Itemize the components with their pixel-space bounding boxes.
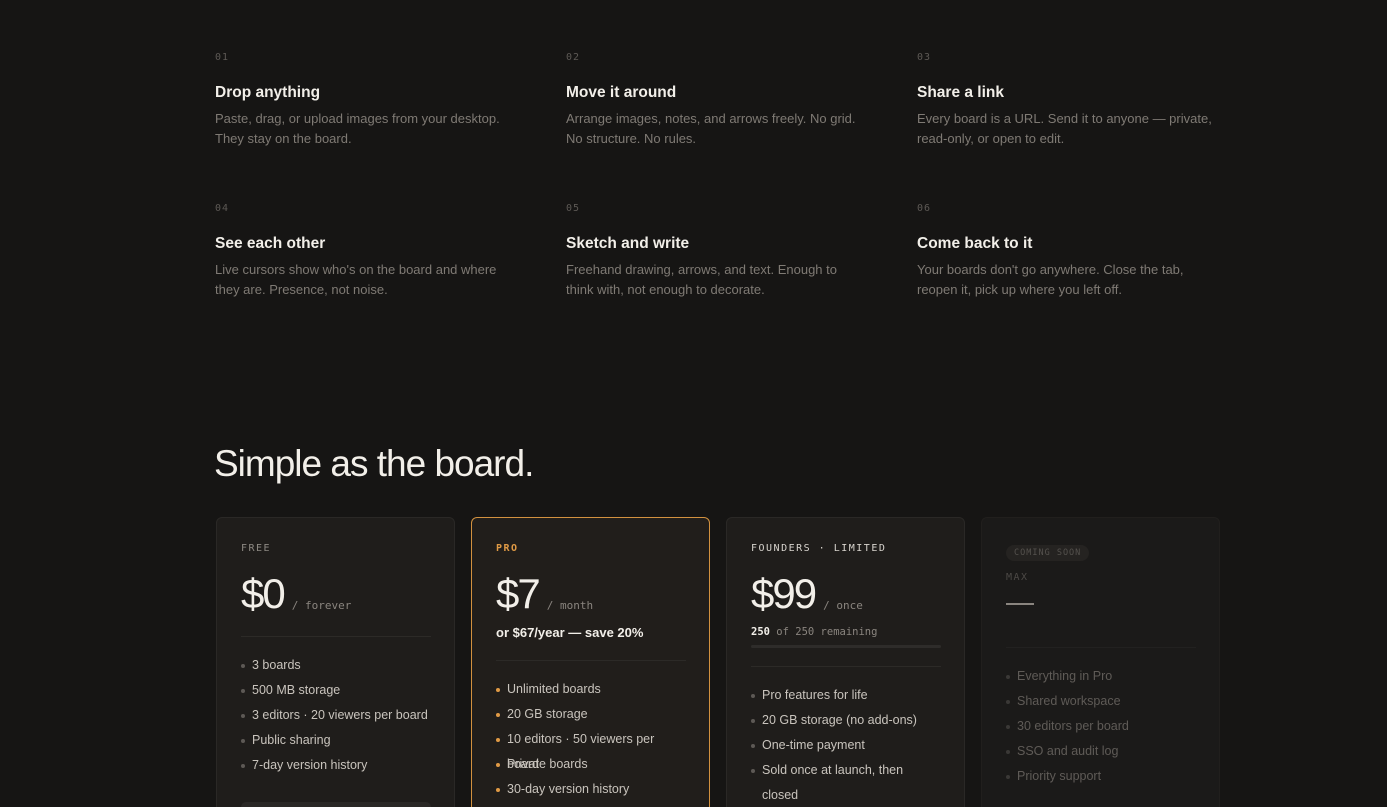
pricing-card-free: FREE $0 / forever 3 boards 500 MB storag… <box>216 517 455 807</box>
remaining-label: of 250 remaining <box>776 626 878 638</box>
tier-label: PRO <box>496 543 519 554</box>
feature-item: 06 Come back to it Your boards don't go … <box>917 203 1217 312</box>
tier-label: MAX <box>1006 572 1029 583</box>
plan-feature: 7-day version history <box>241 753 430 778</box>
price-period: / forever <box>291 599 352 612</box>
divider <box>751 666 941 667</box>
price-row: $99 / once <box>751 570 940 618</box>
coming-soon-badge: COMING SOON <box>1006 545 1090 561</box>
plan-feature: 3 boards <box>241 653 430 678</box>
plan-feature: 30-day version history <box>496 777 685 802</box>
plan-features: Unlimited boards 20 GB storage 10 editor… <box>496 677 685 802</box>
price-amount: $0 <box>241 570 286 617</box>
divider <box>496 660 686 661</box>
get-started-button[interactable] <box>241 802 431 807</box>
price-amount: $99 <box>751 570 817 617</box>
price-period: / once <box>823 599 863 612</box>
feature-description: Paste, drag, or upload images from your … <box>215 111 500 146</box>
page: 01 Drop anything Paste, drag, or upload … <box>0 0 1387 807</box>
feature-number: 01 <box>215 52 230 63</box>
feature-number: 05 <box>566 203 581 214</box>
divider <box>241 636 431 637</box>
plan-features: Everything in Pro Shared workspace 30 ed… <box>1006 664 1195 789</box>
price-placeholder-dash <box>1006 603 1034 605</box>
plan-feature: 500 MB storage <box>241 678 430 703</box>
feature-item: 05 Sketch and write Freehand drawing, ar… <box>566 203 917 312</box>
feature-number: 03 <box>917 52 932 63</box>
plan-feature: Unlimited boards <box>496 677 685 702</box>
feature-title: See each other <box>215 235 326 252</box>
plan-features: Pro features for life 20 GB storage (no … <box>751 683 940 802</box>
plan-feature: Private boards <box>496 752 685 777</box>
tier-label: FOUNDERS · LIMITED <box>751 543 887 554</box>
plan-feature: SSO and audit log <box>1006 739 1195 764</box>
tier-label: FREE <box>241 543 272 554</box>
plan-feature: Public sharing <box>241 728 430 753</box>
plan-feature: Shared workspace <box>1006 689 1195 714</box>
annual-price-note: or $67/year — save 20% <box>496 625 644 640</box>
feature-number: 06 <box>917 203 932 214</box>
feature-description: Every board is a URL. Send it to anyone … <box>917 111 1212 146</box>
price-row: $7 / month <box>496 570 685 618</box>
price-period: / month <box>546 599 594 612</box>
feature-number: 04 <box>215 203 230 214</box>
pricing-card-max: COMING SOON MAX Everything in Pro Shared… <box>981 517 1220 807</box>
plan-feature: Priority support <box>1006 764 1195 789</box>
plan-feature: Everything in Pro <box>1006 664 1195 689</box>
plan-feature: 20 GB storage (no add-ons) <box>751 708 940 733</box>
plan-feature: 10 editors · 50 viewers per board <box>496 727 685 771</box>
plan-features: 3 boards 500 MB storage 3 editors · 20 v… <box>241 653 430 778</box>
features-grid: 01 Drop anything Paste, drag, or upload … <box>215 52 1225 312</box>
feature-description: Arrange images, notes, and arrows freely… <box>566 111 856 146</box>
plan-feature: 20 GB storage <box>496 702 685 727</box>
price-amount: $7 <box>496 570 541 617</box>
feature-title: Drop anything <box>215 84 321 101</box>
feature-description: Your boards don't go anywhere. Close the… <box>917 262 1184 297</box>
remaining-count: 250 of 250 remaining <box>751 624 940 640</box>
feature-item: 04 See each other Live cursors show who'… <box>215 203 566 312</box>
feature-number: 02 <box>566 52 581 63</box>
plan-feature: 30 editors per board <box>1006 714 1195 739</box>
price-row: $0 / forever <box>241 570 430 618</box>
plan-feature: 3 editors · 20 viewers per board <box>241 703 430 728</box>
pricing-heading: Simple as the board. <box>214 443 534 484</box>
remaining-number: 250 <box>751 626 770 638</box>
feature-description: Live cursors show who's on the board and… <box>215 262 497 297</box>
plan-feature: Sold once at launch, then closed <box>751 758 940 802</box>
divider <box>1006 647 1196 648</box>
feature-title: Come back to it <box>917 235 1033 252</box>
plan-feature: Pro features for life <box>751 683 940 708</box>
feature-item: 01 Drop anything Paste, drag, or upload … <box>215 52 566 161</box>
feature-title: Sketch and write <box>566 235 690 252</box>
feature-title: Move it around <box>566 84 677 101</box>
feature-description: Freehand drawing, arrows, and text. Enou… <box>566 262 837 297</box>
remaining-progress-bar <box>751 645 941 648</box>
feature-title: Share a link <box>917 84 1005 101</box>
feature-item: 02 Move it around Arrange images, notes,… <box>566 52 917 161</box>
pricing-card-pro: PRO $7 / month or $67/year — save 20% Un… <box>471 517 710 807</box>
pricing-card-founders: FOUNDERS · LIMITED $99 / once 250 of 250… <box>726 517 965 807</box>
feature-item: 03 Share a link Every board is a URL. Se… <box>917 52 1217 161</box>
plan-feature: One-time payment <box>751 733 940 758</box>
